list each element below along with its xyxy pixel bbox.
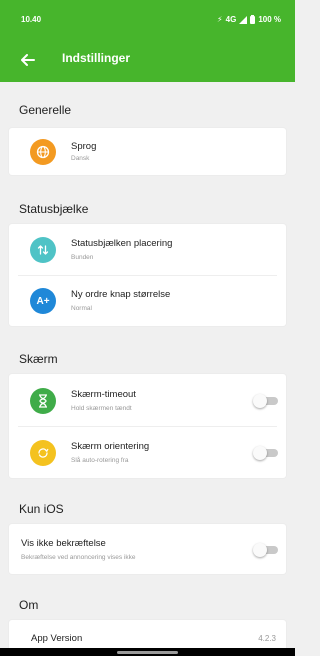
setting-new-order-button-size[interactable]: A+ Ny ordre knap størrelse Normal: [9, 276, 286, 326]
toggle-thumb: [253, 543, 267, 557]
status-bar: 10.40 ⚡ 4G 100 %: [0, 0, 295, 38]
toggle-thumb: [253, 394, 267, 408]
screen-timeout-toggle[interactable]: [253, 394, 281, 408]
screen-orientation-toggle[interactable]: [253, 446, 281, 460]
hourglass-icon: [30, 388, 56, 414]
setting-hide-confirmation-value: Bekræftelse ved annoncering vises ikke: [21, 554, 136, 561]
status-indicators: ⚡ 4G 100 %: [217, 15, 281, 24]
section-title-general: Generelle: [19, 103, 72, 117]
setting-new-order-button-size-value: Normal: [71, 305, 92, 312]
setting-statusbar-position[interactable]: Statusbjælken placering Bunden: [9, 224, 286, 275]
app-version-label: App Version: [31, 633, 83, 644]
toggle-thumb: [253, 446, 267, 460]
swap-vertical-icon: [30, 237, 56, 263]
setting-hide-confirmation-label: Vis ikke bekræftelse: [21, 538, 106, 549]
setting-language[interactable]: Sprog Dansk: [9, 128, 286, 175]
setting-statusbar-position-value: Bunden: [71, 254, 94, 261]
section-title-ios: Kun iOS: [19, 502, 64, 516]
signal-icon: [239, 15, 248, 24]
network-type: 4G: [225, 15, 237, 24]
toolbar: Indstillinger: [0, 38, 295, 82]
section-title-screen: Skærm: [19, 352, 58, 366]
arrow-left-icon[interactable]: [16, 48, 40, 72]
setting-screen-orientation-value: Slå auto-rotering fra: [71, 457, 129, 464]
battery-icon: [250, 15, 256, 24]
section-title-statusbar: Statusbjælke: [19, 202, 89, 216]
page-title: Indstillinger: [62, 51, 131, 65]
setting-screen-timeout[interactable]: Skærm-timeout Hold skærmen tændt: [9, 374, 286, 426]
settings-list: Generelle Sprog Dansk Statusbjælke Statu…: [0, 82, 295, 656]
home-indicator[interactable]: [117, 651, 178, 654]
navigation-bar: [0, 648, 295, 656]
font-size-increase-icon: A+: [30, 288, 56, 314]
section-title-about: Om: [19, 598, 39, 612]
card-screen: Skærm-timeout Hold skærmen tændt Skærm o…: [9, 374, 286, 478]
battery-level: 100 %: [258, 15, 281, 24]
card-statusbar: Statusbjælken placering Bunden A+ Ny ord…: [9, 224, 286, 326]
rotate-screen-icon: [30, 440, 56, 466]
card-general: Sprog Dansk: [9, 128, 286, 175]
setting-screen-orientation-label: Skærm orientering: [71, 441, 150, 452]
status-time: 10.40: [21, 15, 42, 24]
setting-hide-confirmation[interactable]: Vis ikke bekræftelse Bekræftelse ved ann…: [9, 524, 286, 574]
hide-confirmation-toggle[interactable]: [253, 543, 281, 557]
setting-screen-timeout-value: Hold skærmen tændt: [71, 405, 132, 412]
setting-new-order-button-size-label: Ny ordre knap størrelse: [71, 289, 171, 300]
setting-language-label: Sprog: [71, 141, 97, 152]
app-version-value: 4.2.3: [258, 634, 276, 643]
vibrate-icon: ⚡: [217, 15, 223, 24]
globe-icon: [30, 139, 56, 165]
card-ios: Vis ikke bekræftelse Bekræftelse ved ann…: [9, 524, 286, 574]
setting-screen-timeout-label: Skærm-timeout: [71, 389, 136, 400]
setting-statusbar-position-label: Statusbjælken placering: [71, 238, 173, 249]
setting-screen-orientation[interactable]: Skærm orientering Slå auto-rotering fra: [9, 427, 286, 478]
setting-language-value: Dansk: [71, 155, 90, 162]
app-bar: 10.40 ⚡ 4G 100 % Indstillinger: [0, 0, 295, 82]
